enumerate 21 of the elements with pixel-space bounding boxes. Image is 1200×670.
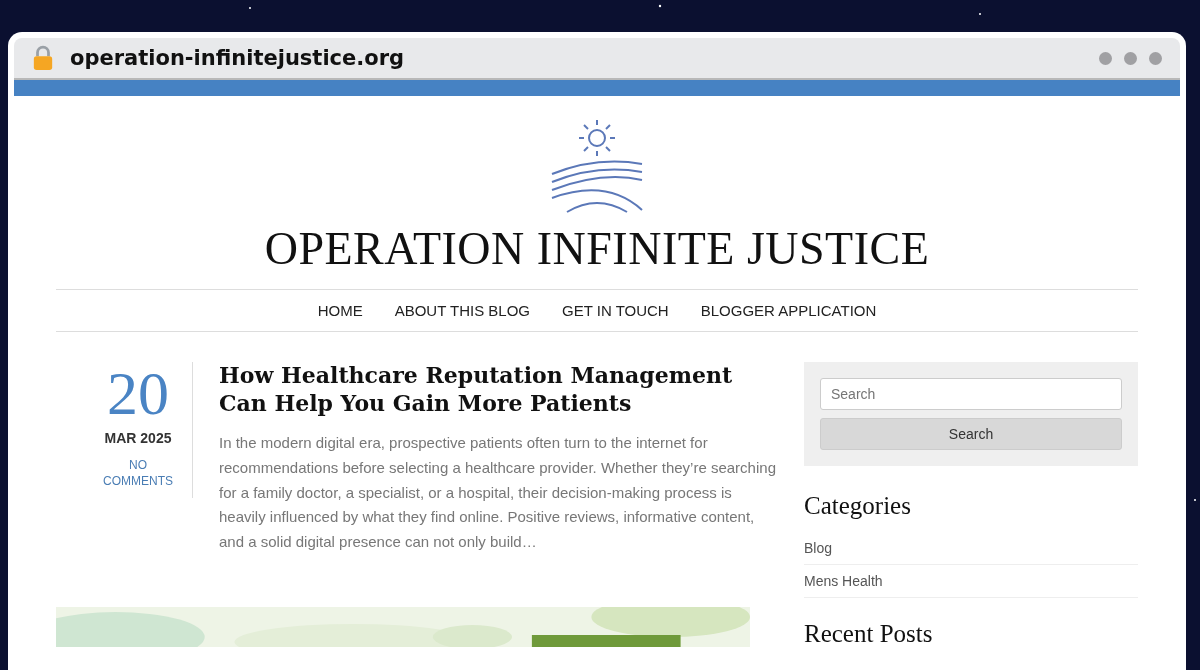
nav-link[interactable]: HOME (317, 302, 363, 319)
post-title[interactable]: How Healthcare Reputation Management Can Help You Gain More Patients (219, 362, 780, 417)
widget-title: Categories (804, 492, 912, 520)
address-text[interactable]: operation-infinitejustice.org (70, 46, 405, 70)
post-month-year: MAR 2025 (104, 430, 172, 446)
window-dot[interactable] (1124, 51, 1137, 65)
widget-title: Recent Posts (804, 620, 934, 648)
post-excerpt: In the modern digital era, prospective patients often turn to the internet for recommendations before selecting a healthcare provider. Whether they’re searching for a family doctor, a specialist, or a hospital, their decision-making process is heavily influenced by what they find online. Positive reviews, informative content, and a solid digital presence can not only build… (219, 433, 777, 552)
post-day: 20 (107, 362, 169, 424)
category-link[interactable]: Blog (804, 532, 1138, 565)
search-button[interactable]: Search (820, 418, 1122, 450)
search-field[interactable]: Search (820, 378, 1122, 410)
nav-link[interactable]: BLOGGER APPLICATION (700, 302, 877, 319)
window-dot[interactable] (1149, 51, 1162, 65)
nav-link[interactable]: GET IN TOUCH (562, 302, 669, 319)
lock-icon (32, 45, 54, 71)
site-title[interactable]: OPERATION INFINITE JUSTICE (264, 222, 930, 275)
nav-link[interactable]: ABOUT THIS BLOG (394, 302, 530, 319)
comments-link[interactable]: NO COMMENTS (103, 458, 173, 490)
category-link[interactable]: Mens Health (804, 565, 1138, 598)
window-dot[interactable] (1099, 51, 1112, 65)
